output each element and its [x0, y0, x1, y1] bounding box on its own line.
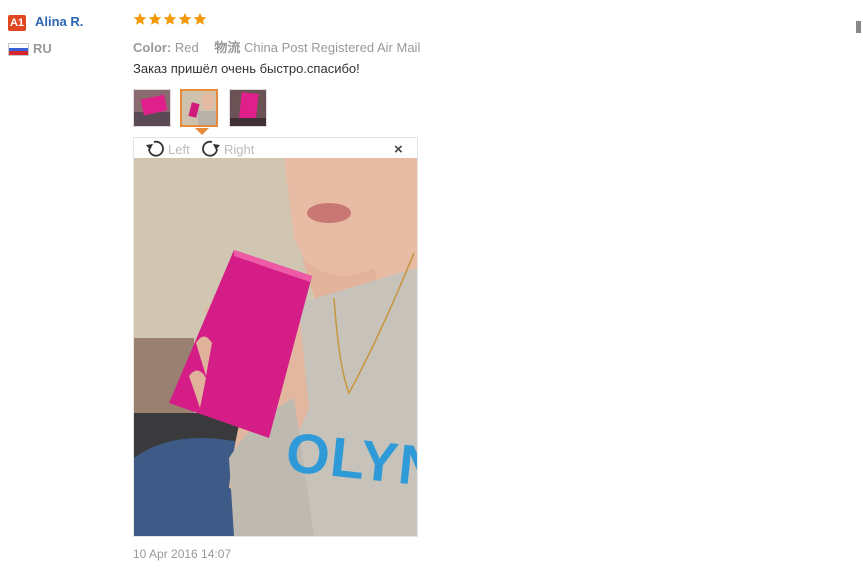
- review-photo-thumbnail[interactable]: [133, 89, 171, 127]
- color-value: Red: [174, 40, 199, 55]
- rotate-right-label: Right: [224, 141, 255, 157]
- close-viewer-button[interactable]: ×: [394, 142, 403, 157]
- review-text: Заказ пришёл очень быстро.спасибо!: [133, 61, 360, 76]
- star-icon: [193, 12, 207, 25]
- review-photo-thumbnail[interactable]: [229, 89, 267, 127]
- country-flag-icon: [8, 43, 29, 56]
- buyer-level-badge: A1: [8, 15, 26, 31]
- shipping-value: China Post Registered Air Mail: [244, 40, 421, 55]
- reviewer-name[interactable]: Alina R.: [35, 14, 83, 29]
- star-icon: [133, 12, 147, 25]
- review-photo-large: OLYN: [134, 158, 417, 536]
- order-meta: Color: Red 物流 China Post Registered Air …: [133, 37, 420, 56]
- selected-thumbnail-pointer: [195, 128, 209, 135]
- star-icon: [178, 12, 192, 25]
- rotate-left-icon: [146, 140, 164, 157]
- rotate-left-label: Left: [168, 141, 190, 157]
- scrollbar-thumb[interactable]: [856, 21, 861, 33]
- rotate-right-button[interactable]: Right: [200, 139, 254, 159]
- shipping-label: 物流: [214, 40, 241, 55]
- review-date: 10 Apr 2016 14:07: [133, 547, 232, 561]
- rating-stars: [133, 12, 207, 26]
- reviewer-country: RU: [33, 41, 52, 56]
- review-photo-thumbnail-selected[interactable]: [180, 89, 218, 127]
- star-icon: [163, 12, 177, 25]
- color-label: Color:: [133, 40, 172, 55]
- rotate-left-button[interactable]: Left: [144, 139, 190, 159]
- rotate-right-icon: [202, 140, 220, 157]
- star-icon: [148, 12, 162, 25]
